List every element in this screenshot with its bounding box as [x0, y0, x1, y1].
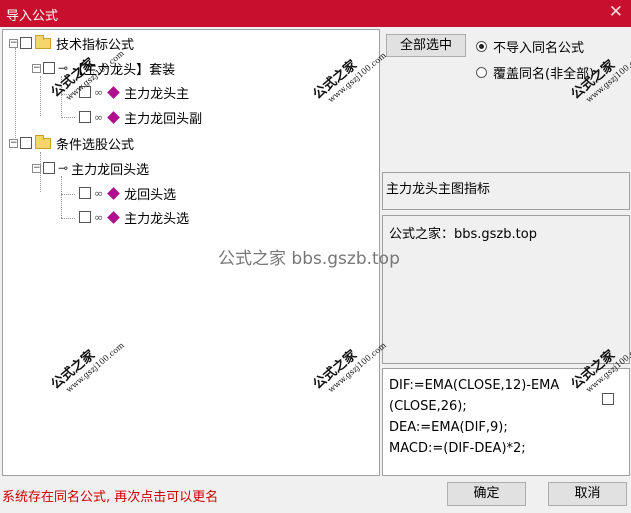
- tree-node-item1[interactable]: ∞ 主力龙头主: [79, 82, 190, 102]
- cancel-button[interactable]: 取消: [548, 482, 627, 506]
- folder-icon: [35, 134, 51, 149]
- checkbox[interactable]: [20, 137, 32, 149]
- tree-node-subgroup[interactable]: − ⊸ 主力龙回头选: [32, 158, 149, 178]
- formula-line: MACD:=(DIF-DEA)*2;: [389, 441, 526, 456]
- tree-node-label: 主力龙头选: [124, 211, 190, 227]
- checkbox[interactable]: [602, 393, 614, 405]
- tree-node-item2[interactable]: ∞ 主力龙回头副: [79, 107, 202, 127]
- source-panel: 公式之家：bbs.gszb.top: [382, 215, 630, 364]
- checkbox[interactable]: [43, 162, 55, 174]
- radio-label: 不导入同名公式: [493, 41, 585, 56]
- checkbox[interactable]: [79, 211, 91, 223]
- formula-icon: [107, 85, 121, 99]
- source-text: 公式之家：bbs.gszb.top: [389, 227, 537, 242]
- tree-node-item4[interactable]: ∞ 主力龙头选: [79, 207, 189, 227]
- close-icon[interactable]: ✕: [609, 2, 623, 22]
- link-icon: ∞: [94, 186, 104, 200]
- tree-node-label: 龙回头选: [124, 187, 177, 203]
- checkbox[interactable]: [79, 187, 91, 199]
- watermark-text: 公式之家 bbs.gszb.top: [218, 249, 400, 269]
- window-title: 导入公式: [6, 9, 59, 24]
- radio-no-import-same[interactable]: 不导入同名公式: [476, 37, 584, 56]
- tree-node-group2[interactable]: − 条件选股公式: [9, 133, 134, 153]
- tree-node-label: 主力龙回头副: [124, 111, 203, 127]
- folder-icon: [35, 34, 51, 49]
- link-icon: ∞: [94, 210, 104, 224]
- formula-icon: [107, 210, 121, 224]
- checkbox[interactable]: [20, 37, 32, 49]
- status-message: 系统存在同名公式, 再次点击可以更名: [2, 490, 219, 505]
- key-icon: ⊸: [58, 161, 69, 175]
- checkbox[interactable]: [43, 62, 55, 74]
- tree-node-label: 主力龙回头选: [71, 162, 150, 178]
- collapse-icon[interactable]: −: [32, 63, 41, 73]
- formula-line: DEA:=EMA(DIF,9);: [389, 420, 508, 435]
- select-all-button[interactable]: 全部选中: [386, 34, 466, 57]
- formula-line: DIF:=EMA(CLOSE,12)-EMA: [389, 378, 560, 393]
- collapse-icon[interactable]: −: [9, 38, 18, 48]
- collapse-icon[interactable]: −: [9, 138, 18, 148]
- formula-icon: [107, 186, 121, 200]
- collapse-icon[interactable]: −: [32, 163, 41, 173]
- tree-node-label: 主力龙头主: [124, 82, 190, 102]
- radio-icon[interactable]: [476, 67, 487, 78]
- tree-node-label: 条件选股公式: [56, 137, 135, 153]
- ok-button[interactable]: 确定: [447, 482, 526, 506]
- formula-description: 主力龙头主图指标: [386, 182, 491, 197]
- title-bar: 导入公式 ✕: [0, 0, 631, 27]
- formula-line: (CLOSE,26);: [389, 399, 467, 414]
- checkbox[interactable]: [79, 111, 91, 123]
- tree-node-item3[interactable]: ∞ 龙回头选: [79, 183, 176, 203]
- formula-icon: [107, 110, 121, 124]
- radio-icon[interactable]: [476, 41, 487, 52]
- link-icon: ∞: [94, 110, 104, 124]
- description-panel: 主力龙头主图指标: [382, 172, 630, 210]
- link-icon: ∞: [94, 85, 104, 99]
